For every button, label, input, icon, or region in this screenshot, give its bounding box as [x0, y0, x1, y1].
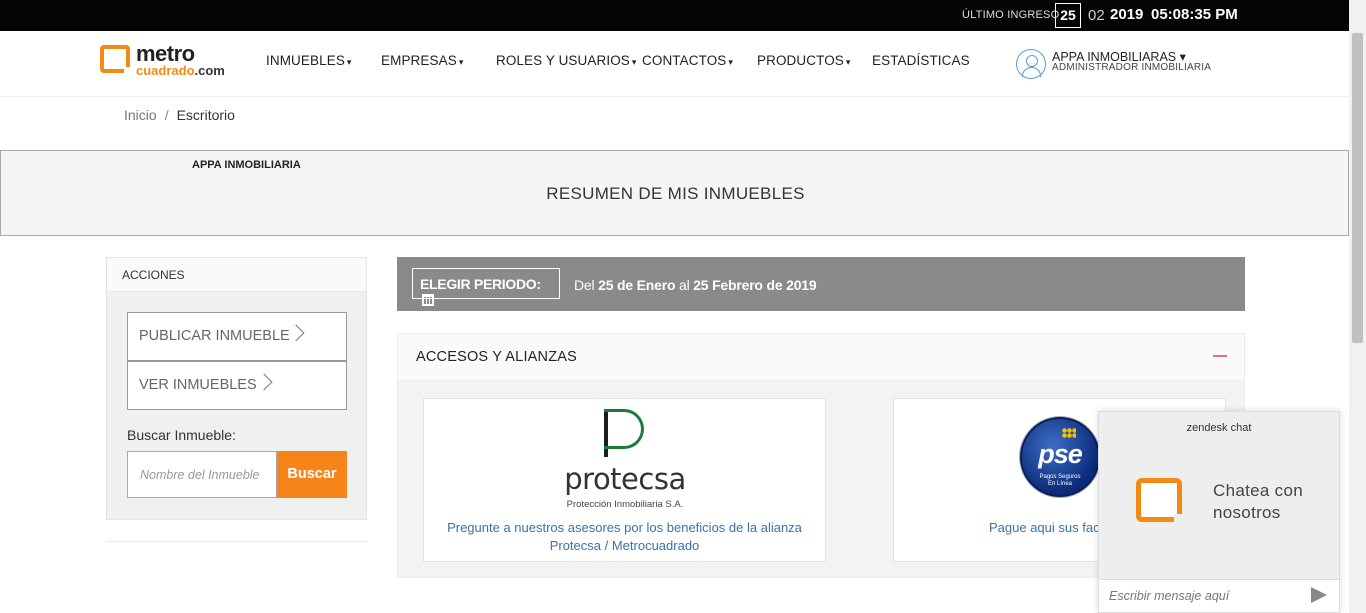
search-property-input[interactable] — [127, 451, 277, 498]
page-scrollbar[interactable] — [1349, 0, 1366, 613]
chevron-down-icon: ▾ — [631, 57, 637, 67]
user-avatar-icon[interactable] — [1016, 49, 1046, 79]
company-name: APPA INMOBILIARIA — [192, 159, 301, 171]
protecsa-description-link[interactable]: Pregunte a nuestros asesores por los ben… — [424, 519, 825, 555]
metrocuadrado-logo[interactable]: metro cuadrado.com — [100, 41, 240, 83]
breadcrumb-current: Escritorio — [176, 107, 235, 123]
search-button[interactable]: Buscar — [277, 451, 347, 498]
nav-inmuebles[interactable]: INMUEBLES ▾ — [266, 53, 352, 68]
page-title: RESUMEN DE MIS INMUEBLES — [546, 184, 805, 203]
nav-empresas[interactable]: EMPRESAS ▾ — [381, 53, 463, 68]
send-icon[interactable] — [1311, 587, 1327, 603]
pse-dots-icon — [1062, 428, 1076, 438]
actions-panel: ACCIONES PUBLICAR INMUEBLE VER INMUEBLES… — [106, 257, 367, 520]
chat-message: Chatea con nosotros — [1213, 481, 1303, 522]
period-bar: ELEGIR PERIODO: Del 25 de Enero al 25 Fe… — [397, 257, 1245, 311]
logo-word-cuadrado: cuadrado.com — [136, 63, 225, 78]
chevron-right-icon — [255, 373, 273, 391]
chevron-right-icon — [287, 324, 305, 342]
pse-logo: pse Pagos Seguros En Línea — [1020, 417, 1100, 497]
nav-estadisticas[interactable]: ESTADÍSTICAS — [872, 53, 970, 68]
summary-banner: APPA INMOBILIARIA RESUMEN DE MIS INMUEBL… — [0, 150, 1349, 236]
nav-productos[interactable]: PRODUCTOS ▾ — [757, 53, 851, 68]
last-login-day: 25 — [1055, 3, 1081, 28]
chevron-down-icon: ▾ — [845, 57, 851, 67]
chevron-down-icon: ▾ — [458, 57, 464, 67]
collapse-icon[interactable] — [1213, 355, 1227, 357]
period-from: 25 de Enero — [598, 277, 676, 293]
period-to: 25 Febrero de 2019 — [693, 277, 817, 293]
breadcrumb: Inicio / Escritorio — [124, 107, 235, 123]
actions-panel-header: ACCIONES — [107, 258, 366, 292]
last-login-label: ÚLTIMO INGRESO — [962, 9, 1060, 21]
chat-title: zendesk chat — [1186, 422, 1252, 434]
view-properties-button[interactable]: VER INMUEBLES — [127, 361, 347, 410]
scrollbar-thumb[interactable] — [1352, 33, 1363, 343]
calendar-icon — [422, 294, 434, 306]
protecsa-logo: protecsa Protección Inmobiliaria S.A. — [560, 407, 690, 512]
protecsa-card[interactable]: protecsa Protección Inmobiliaria S.A. Pr… — [423, 398, 826, 562]
zendesk-chat-widget[interactable]: zendesk chat Chatea con nosotros — [1098, 411, 1340, 613]
breadcrumb-separator: / — [164, 107, 169, 123]
accesos-title: ACCESOS Y ALIANZAS — [416, 349, 578, 365]
chevron-down-icon: ▾ — [346, 57, 352, 67]
user-role-label: ADMINISTRADOR INMOBILIARIA — [1052, 62, 1212, 73]
search-property-label: Buscar Inmueble: — [127, 427, 236, 443]
panel-divider — [106, 541, 367, 542]
pse-description-link[interactable]: Pague aqui sus fac — [989, 519, 1100, 537]
chat-logo-icon — [1136, 478, 1186, 526]
last-login-month: 02 — [1088, 7, 1105, 24]
chevron-down-icon: ▾ — [728, 57, 734, 67]
logo-box-icon — [100, 45, 132, 75]
nav-contactos[interactable]: CONTACTOS ▾ — [642, 53, 733, 68]
main-header: metro cuadrado.com INMUEBLES ▾ EMPRESAS ▾ … — [0, 31, 1349, 97]
choose-period-button[interactable]: ELEGIR PERIODO: — [412, 268, 560, 306]
period-range-text: Del 25 de Enero al 25 Febrero de 2019 — [574, 277, 817, 293]
accesos-header: ACCESOS Y ALIANZAS — [398, 334, 1244, 381]
chat-message-input[interactable] — [1099, 579, 1339, 612]
last-login-time: 05:08:35 PM — [1151, 6, 1238, 23]
nav-roles-usuarios[interactable]: ROLES Y USUARIOS ▾ — [496, 53, 637, 68]
publish-property-button[interactable]: PUBLICAR INMUEBLE — [127, 312, 347, 361]
breadcrumb-home-link[interactable]: Inicio — [124, 107, 157, 123]
top-status-bar: ÚLTIMO INGRESO 25 02 2019 05:08:35 PM — [0, 0, 1366, 31]
last-login-year: 2019 — [1110, 6, 1144, 23]
